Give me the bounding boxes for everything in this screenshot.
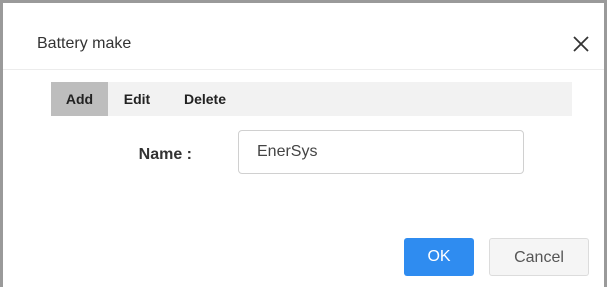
toolbar: Add Edit Delete	[51, 82, 572, 116]
battery-make-dialog: Battery make Add Edit Delete Name : OK C…	[0, 0, 607, 287]
edit-button[interactable]: Edit	[108, 82, 166, 116]
ok-button[interactable]: OK	[404, 238, 474, 276]
dialog-title: Battery make	[37, 35, 132, 52]
add-button[interactable]: Add	[51, 82, 108, 116]
name-label: Name :	[138, 146, 192, 163]
delete-button[interactable]: Delete	[172, 82, 238, 116]
name-input[interactable]	[238, 130, 524, 174]
dialog-header: Battery make	[3, 3, 604, 70]
cancel-button[interactable]: Cancel	[489, 238, 589, 276]
close-icon[interactable]	[568, 31, 594, 57]
